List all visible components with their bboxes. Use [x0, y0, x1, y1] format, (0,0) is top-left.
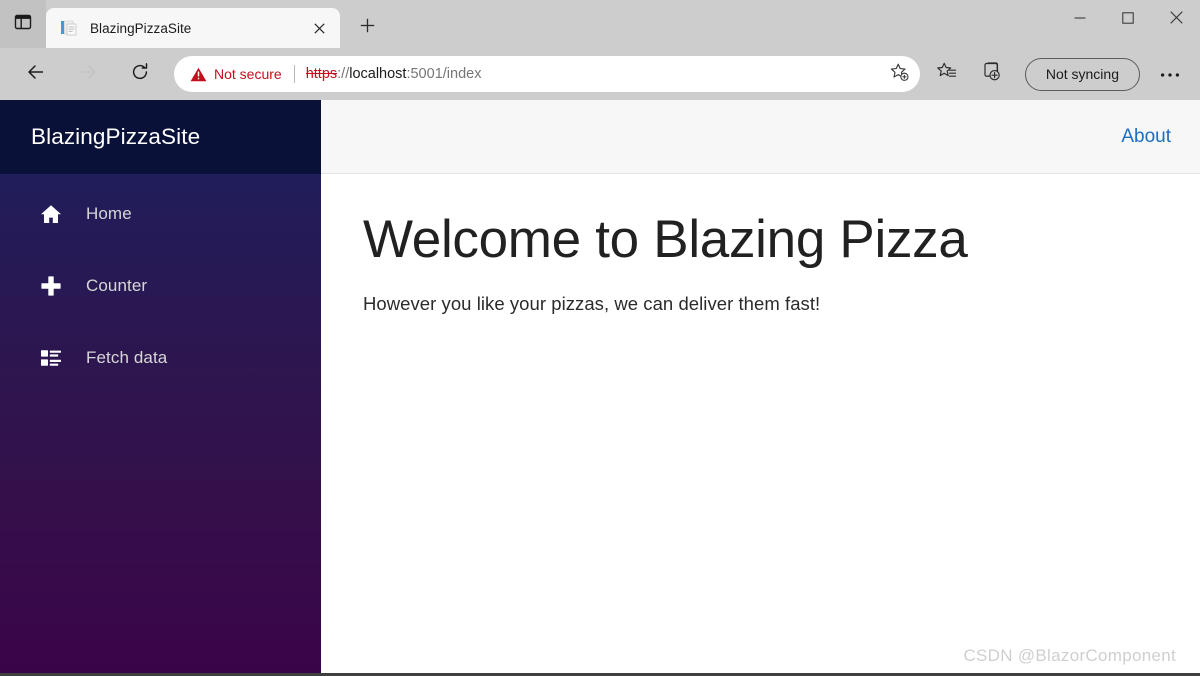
sidebar-item-counter[interactable]: Counter	[0, 261, 321, 311]
title-bar: BlazingPizzaSite	[0, 0, 1200, 48]
warning-triangle-icon	[190, 67, 207, 82]
list-alt-icon	[38, 345, 64, 371]
omnibox-divider	[293, 65, 295, 83]
content-column: About Welcome to Blazing Pizza However y…	[321, 100, 1200, 676]
page-title: Welcome to Blazing Pizza	[363, 210, 968, 269]
url-separator: ://	[337, 66, 350, 82]
sidebar-item-fetch-data[interactable]: Fetch data	[0, 333, 321, 383]
forward-arrow-icon	[78, 62, 98, 87]
app-sidebar: BlazingPizzaSite Home Counter Fetch data	[0, 100, 321, 676]
about-link[interactable]: About	[1121, 126, 1171, 148]
titlebar-drag-region	[384, 47, 1056, 48]
page-subtitle: However you like your pizzas, we can del…	[363, 293, 821, 315]
collections-button[interactable]	[974, 56, 1010, 92]
maximize-button[interactable]	[1104, 0, 1152, 40]
sidebar-nav: Home Counter Fetch data	[0, 174, 321, 405]
browser-chrome: BlazingPizzaSite Not secure https://loca…	[0, 0, 1200, 100]
plus-icon	[38, 273, 64, 299]
security-status[interactable]: Not secure	[190, 66, 282, 82]
back-button[interactable]	[18, 56, 54, 92]
favorites-icon	[936, 61, 957, 87]
reload-icon	[130, 62, 150, 87]
new-tab-button[interactable]	[350, 11, 384, 45]
favorites-button[interactable]	[929, 56, 965, 92]
back-arrow-icon	[26, 62, 46, 87]
address-bar[interactable]: Not secure https://localhost:5001/index	[174, 56, 920, 92]
sync-status-label: Not syncing	[1045, 66, 1119, 82]
sync-status-button[interactable]: Not syncing	[1024, 57, 1140, 91]
close-window-button[interactable]	[1152, 0, 1200, 40]
tab-title: BlazingPizzaSite	[90, 20, 192, 36]
maximize-icon	[1122, 11, 1134, 29]
sidebar-brand-header[interactable]: BlazingPizzaSite	[0, 100, 321, 174]
browser-tab[interactable]: BlazingPizzaSite	[46, 8, 340, 48]
minimize-icon	[1074, 11, 1086, 29]
window-controls	[1056, 0, 1200, 40]
tab-actions-button[interactable]	[0, 0, 46, 48]
plus-icon	[360, 18, 375, 38]
page-top-row: About	[321, 100, 1200, 174]
minimize-button[interactable]	[1056, 0, 1104, 40]
sidebar-item-home[interactable]: Home	[0, 189, 321, 239]
brand-title: BlazingPizzaSite	[31, 124, 201, 149]
security-label: Not secure	[214, 66, 282, 82]
url-path: :5001/index	[406, 66, 482, 82]
url-text[interactable]: https://localhost:5001/index	[306, 66, 884, 82]
sidebar-item-label: Counter	[86, 276, 148, 295]
tab-actions-icon	[14, 13, 32, 36]
sidebar-item-label: Fetch data	[86, 348, 168, 367]
collections-icon	[981, 61, 1002, 87]
ellipsis-icon	[1160, 65, 1180, 83]
star-add-icon	[889, 62, 909, 87]
watermark: CSDN @BlazorComponent	[963, 646, 1176, 665]
url-host: localhost	[349, 66, 407, 82]
close-icon	[1169, 11, 1183, 29]
web-page: BlazingPizzaSite Home Counter Fetch data…	[0, 100, 1200, 676]
page-favicon	[60, 19, 78, 37]
settings-and-more-button[interactable]	[1152, 56, 1188, 92]
home-icon	[38, 201, 64, 227]
sidebar-item-label: Home	[86, 204, 132, 223]
forward-button[interactable]	[70, 56, 106, 92]
page-content: Welcome to Blazing Pizza However you lik…	[321, 174, 1200, 676]
reload-button[interactable]	[122, 56, 158, 92]
tab-close-button[interactable]	[306, 15, 332, 41]
add-favorite-button[interactable]	[884, 59, 914, 89]
browser-toolbar: Not secure https://localhost:5001/index	[0, 48, 1200, 100]
url-scheme: https	[305, 66, 338, 82]
browser-window: BlazingPizzaSite Not secure https://loca…	[0, 0, 1200, 676]
